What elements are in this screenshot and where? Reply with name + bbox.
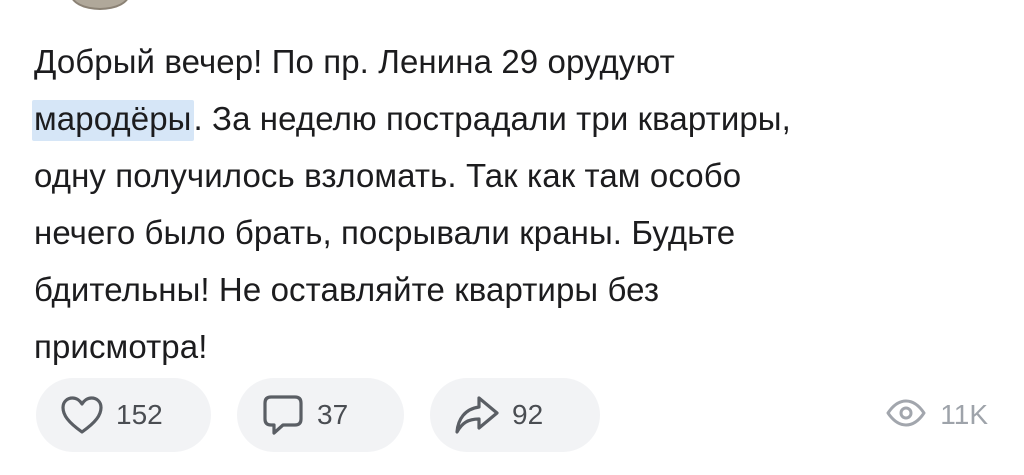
author-avatar[interactable] [70, 0, 130, 10]
comment-count: 37 [317, 399, 349, 430]
post-actions: 152 37 92 [36, 378, 600, 452]
post-line: Добрый вечер! По пр. Ленина 29 орудуют [34, 43, 675, 80]
views-count: 11K [940, 399, 988, 430]
post-line: бдительны! Не оставляйте квартиры без [34, 271, 660, 308]
post-line-rest: . За неделю пострадали три квартиры, [193, 100, 791, 137]
post-line: одну получилось взломать. Так как там ос… [34, 157, 742, 194]
post-line: присмотра! [34, 328, 208, 365]
post-text: Добрый вечер! По пр. Ленина 29 орудуют м… [32, 33, 994, 375]
highlighted-word: мародёры [32, 100, 194, 141]
eye-icon [886, 399, 926, 432]
share-button[interactable]: 92 [430, 378, 600, 452]
share-icon [454, 394, 500, 436]
share-count: 92 [512, 399, 544, 430]
post-line: мародёры. За неделю пострадали три кварт… [32, 90, 994, 147]
like-button[interactable]: 152 [36, 378, 211, 452]
comment-button[interactable]: 37 [237, 378, 404, 452]
heart-icon [60, 395, 104, 435]
comment-icon [261, 393, 305, 437]
post-line: нечего было брать, посрывали краны. Будь… [34, 214, 736, 251]
like-count: 152 [116, 399, 163, 430]
views-counter: 11K [886, 378, 988, 452]
